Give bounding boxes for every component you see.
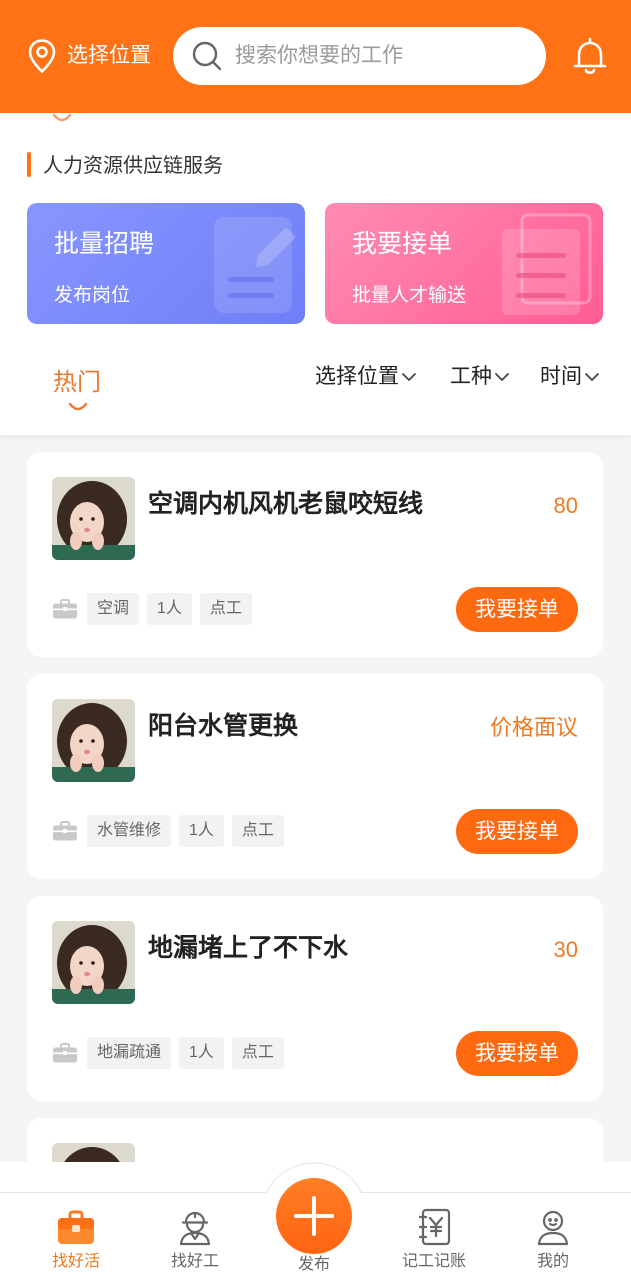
tag: 地漏疏通 [87,1037,172,1069]
job-price: 30 [553,937,578,962]
briefcase-icon [57,1208,95,1246]
avatar [52,921,135,1004]
app-screen: 选择位置 人力资源供应链服务 批量招聘 发布岗位 [0,0,631,1280]
nav-item-find-workers[interactable]: 找好工 [145,1202,245,1280]
chevron-down-icon [493,371,511,383]
plus-icon [294,1196,334,1236]
publish-button[interactable] [276,1178,352,1254]
dropdown-label: 工种 [450,365,492,388]
time-filter-dropdown[interactable]: 时间 [540,364,601,390]
accept-orders-card[interactable]: 我要接单 批量人才输送 [325,203,603,324]
nav-label: 记工记账 [401,1253,466,1270]
profile-icon [534,1208,572,1246]
job-card[interactable] [27,1118,603,1162]
document-stack-icon [500,213,592,317]
job-card[interactable]: 阳台水管更换 价格面议 水管维修 1人 点工 我要接单 [27,674,603,879]
location-filter-dropdown[interactable]: 选择位置 [315,364,418,390]
promo-subtitle: 批量人才输送 [352,285,467,306]
job-card[interactable]: 地漏堵上了不下水 30 地漏疏通 1人 点工 我要接单 [27,896,603,1101]
nav-label: 找好活 [51,1253,100,1270]
bulk-recruit-card[interactable]: 批量招聘 发布岗位 [27,203,305,324]
nav-label: 我的 [536,1253,569,1270]
tag: 点工 [231,1037,284,1069]
promo-subtitle: 发布岗位 [54,285,131,306]
job-title: 地漏堵上了不下水 [148,934,349,962]
nav-item-find-work[interactable]: 找好活 [26,1202,126,1280]
search-icon [191,40,223,72]
tag: 点工 [199,593,252,625]
section-accent-bar [27,152,31,177]
nav-label: 找好工 [170,1253,219,1270]
promo-title: 批量招聘 [54,230,155,258]
worker-icon [176,1208,214,1246]
nav-item-profile[interactable]: 我的 [503,1202,603,1280]
job-price: 价格面议 [489,715,578,740]
dropdown-label: 时间 [540,365,582,388]
tab-underline-icon [68,402,88,412]
avatar [52,699,135,782]
briefcase-icon [53,599,77,619]
nav-label[interactable]: 发布 [264,1255,364,1275]
search-bar[interactable] [173,27,546,85]
tag: 点工 [231,815,284,847]
briefcase-icon [53,1043,77,1063]
scroll-hint-arc [52,113,72,122]
location-selector[interactable]: 选择位置 [27,38,151,74]
search-input[interactable] [235,27,525,85]
tag: 1人 [147,593,192,625]
tag-list: 水管维修 1人 点工 [87,815,284,847]
nav-item-ledger[interactable]: 记工记账 [384,1202,484,1280]
tag: 水管维修 [87,815,172,847]
avatar [52,477,135,560]
briefcase-icon [53,821,77,841]
accept-order-button[interactable]: 我要接单 [456,809,578,854]
section-title: 人力资源供应链服务 [43,155,223,177]
top-header: 选择位置 [0,0,631,113]
job-title: 阳台水管更换 [148,712,299,740]
tag: 空调 [87,593,140,625]
tag-list: 空调 1人 点工 [87,593,252,625]
tag: 1人 [179,815,224,847]
job-type-filter-dropdown[interactable]: 工种 [450,364,511,390]
accept-order-button[interactable]: 我要接单 [456,1031,578,1076]
tag-list: 地漏疏通 1人 点工 [87,1037,284,1069]
bell-icon[interactable] [571,36,609,76]
job-title: 空调内机风机老鼠咬短线 [148,490,424,518]
job-price: 80 [553,493,578,518]
bottom-nav: 找好活 找好工 发布 记工记账 我的 [0,1162,631,1280]
accept-order-button[interactable]: 我要接单 [456,587,578,632]
location-label: 选择位置 [67,44,151,67]
location-pin-icon [27,38,57,74]
tag: 1人 [179,1037,224,1069]
dropdown-label: 选择位置 [315,365,399,388]
chevron-down-icon [400,371,418,383]
edit-document-icon [210,213,302,317]
ledger-icon [415,1208,453,1246]
avatar [52,1143,135,1162]
service-panel: 人力资源供应链服务 批量招聘 发布岗位 我要接单 批量人才输送 热门 选择位置 … [0,113,631,435]
tab-hot[interactable]: 热门 [53,369,101,397]
job-card[interactable]: 空调内机风机老鼠咬短线 80 空调 1人 点工 我要接单 [27,452,603,657]
chevron-down-icon [583,371,601,383]
promo-title: 我要接单 [352,230,453,258]
